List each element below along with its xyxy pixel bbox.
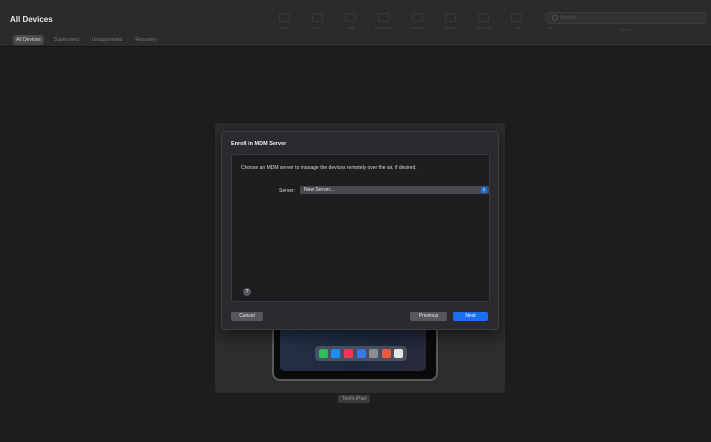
filter-unsupervised[interactable]: Unsupervised (89, 35, 126, 45)
previous-button[interactable]: Previous (410, 312, 447, 321)
search-input[interactable] (560, 14, 690, 22)
toolbar-blueprints-button[interactable]: Blueprints (372, 13, 396, 37)
prepare-icon (411, 13, 423, 22)
toolbar-add-button[interactable]: Add (339, 13, 363, 37)
view-icon (311, 13, 323, 22)
dialog-prompt: Choose an MDM server to manage the devic… (241, 165, 417, 171)
toolbar-back-label: Back (279, 25, 289, 30)
tag-icon (511, 13, 523, 22)
server-select[interactable]: New Server... ⇕ (300, 186, 489, 194)
messages-app-icon (318, 349, 328, 358)
toolbar-view-button[interactable]: View (305, 13, 329, 37)
toolbar-blueprints-label: Blueprints (374, 25, 393, 30)
cancel-button[interactable]: Cancel (231, 312, 263, 321)
toolbar-tag-button[interactable]: Tag (505, 13, 529, 37)
device-name-label[interactable]: Test's iPad (338, 395, 371, 403)
toolbar-update-label: Update (443, 25, 457, 30)
chevron-updown-icon: ⇕ (481, 187, 487, 193)
back-icon (278, 13, 290, 22)
filter-supervised[interactable]: Supervised (51, 35, 82, 45)
enroll-mdm-dialog: Enroll in MDM Server Choose an MDM serve… (221, 131, 499, 330)
safari-app-icon (331, 349, 341, 358)
filter-all-devices[interactable]: All Devices (13, 35, 44, 45)
dialog-content-pane: Choose an MDM server to manage the devic… (231, 154, 490, 302)
toolbar-prepare-button[interactable]: Prepare (405, 13, 429, 37)
music-app-icon (343, 349, 353, 358)
toolbar-prepare-label: Prepare (409, 25, 425, 30)
update-icon (444, 13, 456, 22)
notes-app-icon (394, 349, 404, 358)
help-button[interactable]: ? (243, 288, 251, 296)
toolbar-tag-label: Tag (513, 25, 520, 30)
toolbar-view-label: View (312, 25, 322, 30)
search-label: Search (619, 27, 632, 32)
toolbar-backup-label: Back Up (475, 25, 492, 30)
search-field (547, 12, 706, 24)
toolbar-add-label: Add (346, 25, 355, 30)
server-select-value: New Server... (304, 187, 335, 193)
ipad-dock (315, 346, 407, 361)
toolbar: Back View Add Blueprints Prepare Update … (272, 13, 562, 37)
photos-app-icon (381, 349, 391, 358)
server-label: Server: (279, 188, 296, 194)
toolbar-update-button[interactable]: Update (438, 13, 462, 37)
settings-app-icon (369, 349, 379, 358)
mail-app-icon (356, 349, 366, 358)
window-titlebar: All Devices All Devices Supervised Unsup… (0, 0, 711, 47)
toolbar-info-label: Info (546, 25, 554, 30)
search-icon (552, 15, 558, 21)
next-button[interactable]: Next (453, 312, 488, 321)
filter-recovery[interactable]: Recovery (132, 35, 159, 45)
dialog-title: Enroll in MDM Server (231, 141, 287, 147)
toolbar-backup-button[interactable]: Back Up (472, 13, 496, 37)
window-title: All Devices (10, 15, 53, 24)
toolbar-back-button[interactable]: Back (272, 13, 296, 37)
blueprints-icon (378, 13, 390, 22)
add-icon (345, 13, 356, 22)
backup-icon (478, 13, 489, 22)
device-filter-bar: All Devices Supervised Unsupervised Reco… (13, 35, 159, 45)
